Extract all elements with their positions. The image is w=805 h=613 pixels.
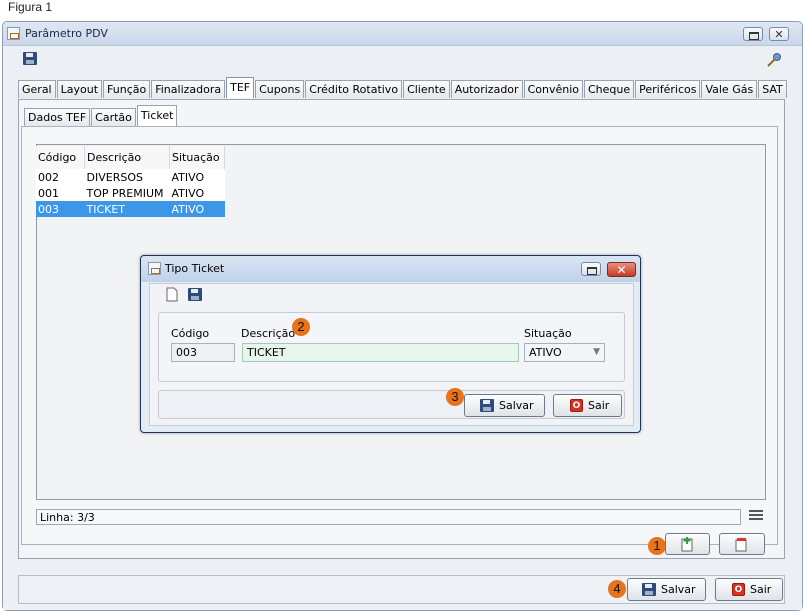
main-tabs: Geral Layout Função Finalizadora TEF Cup… [18,77,788,99]
tab-finalizadora[interactable]: Finalizadora [151,80,226,98]
dialog-save-label: Salvar [499,399,534,412]
tab-layout[interactable]: Layout [56,80,103,98]
descricao-label: Descrição [241,327,296,340]
sub-tabs: Dados TEF Cartão Ticket [24,105,178,127]
save-icon [480,399,494,412]
tab-credito-rotativo[interactable]: Crédito Rotativo [305,80,403,98]
dialog-save-icon[interactable] [188,288,202,301]
app-icon [148,262,161,275]
table-row[interactable]: 001 TOP PREMIUM ATIVO [36,185,225,201]
callout-badge-4: 4 [608,580,626,598]
remove-record-icon [735,538,747,552]
add-record-icon [681,537,693,552]
cell-codigo: 001 [36,185,85,201]
descricao-field[interactable]: TICKET [242,343,519,362]
save-icon [642,583,656,596]
chevron-down-icon: ▼ [593,347,600,357]
tab-vale-gas[interactable]: Vale Gás [701,80,758,98]
dialog-save-button[interactable]: Salvar [464,394,545,417]
grid-header-row: Código Descrição Situação [36,146,225,169]
cell-situacao: ATIVO [169,201,225,217]
dialog-body: Código Descrição 2 Situação 003 TICKET A… [149,283,634,426]
tab-perifericos[interactable]: Periféricos [635,80,701,98]
subtab-cartao[interactable]: Cartão [91,108,136,126]
callout-badge-3: 3 [446,388,464,406]
exit-button[interactable]: O Sair [715,578,783,601]
tab-convenio[interactable]: Convênio [523,80,583,98]
column-header-codigo[interactable]: Código [36,146,85,169]
cell-descricao: TOP PREMIUM [84,185,170,201]
dialog-restore-button[interactable] [581,262,601,276]
tab-geral[interactable]: Geral [18,80,56,98]
tab-tef[interactable]: TEF [226,77,255,98]
add-button[interactable] [665,533,710,555]
situacao-value: ATIVO [529,346,562,359]
cell-descricao: TICKET [84,201,170,217]
tab-autorizador[interactable]: Autorizador [450,80,523,98]
exit-label: Sair [750,583,772,596]
dialog-exit-button[interactable]: O Sair [553,394,622,417]
cell-situacao: ATIVO [169,169,225,185]
tipo-ticket-dialog: Tipo Ticket ✕ Código Descrição 2 Situaçã… [140,255,641,433]
app-icon [7,27,20,40]
dialog-close-button[interactable]: ✕ [607,262,636,277]
dialog-exit-label: Sair [588,399,610,412]
tab-cupons[interactable]: Cupons [255,80,305,98]
figure-caption: Figura 1 [8,0,53,14]
title-bar: Parâmetro PDV ✕ [3,22,802,46]
codigo-field: 003 [171,343,235,362]
situacao-select[interactable]: ATIVO ▼ [524,343,605,362]
power-icon: O [570,399,583,412]
close-button[interactable]: ✕ [769,27,789,41]
cell-codigo: 002 [36,169,85,185]
codigo-label: Código [171,327,210,340]
dialog-title: Tipo Ticket [165,262,225,275]
tab-cliente[interactable]: Cliente [403,80,450,98]
tab-sat[interactable]: SAT [758,80,787,98]
tab-cheque[interactable]: Cheque [583,80,635,98]
save-label: Salvar [661,583,696,596]
menu-icon[interactable] [749,510,763,522]
row-status: Linha: 3/3 [36,509,741,525]
remove-button[interactable] [719,533,765,555]
key-icon[interactable] [766,52,782,68]
power-icon: O [732,583,745,596]
tab-funcao[interactable]: Função [103,80,151,98]
situacao-label: Situação [524,327,572,340]
subtab-dados-tef[interactable]: Dados TEF [24,108,91,126]
save-button[interactable]: Salvar [627,578,706,601]
cell-situacao: ATIVO [169,185,225,201]
callout-badge-1: 1 [648,537,666,555]
column-header-situacao[interactable]: Situação [169,146,225,169]
cell-codigo: 003 [36,201,85,217]
new-document-icon[interactable] [166,287,178,302]
table-row[interactable]: 002 DIVERSOS ATIVO [36,169,225,185]
dialog-title-bar: Tipo Ticket ✕ [141,256,640,282]
restore-button[interactable] [743,27,763,41]
subtab-ticket[interactable]: Ticket [136,105,178,126]
column-header-descricao[interactable]: Descrição [84,146,170,169]
window-title: Parâmetro PDV [25,27,108,40]
save-icon[interactable] [23,52,37,65]
callout-badge-2: 2 [292,318,310,336]
cell-descricao: DIVERSOS [84,169,170,185]
table-row-selected[interactable]: 003 TICKET ATIVO [36,201,225,217]
ticket-grid: Código Descrição Situação 002 DIVERSOS A… [36,146,225,217]
